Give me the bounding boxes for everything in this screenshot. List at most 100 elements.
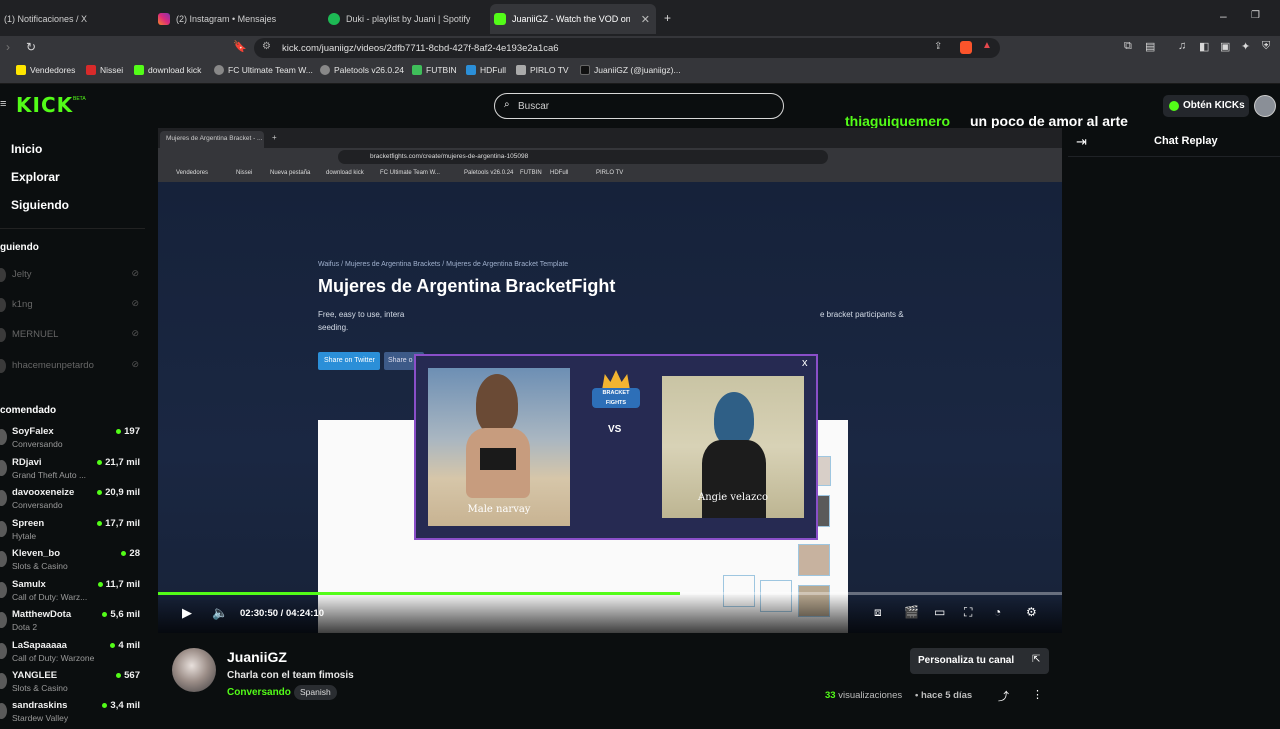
kick-page: ≡ KICK BETA ⌕ Buscar thiaguiquemero un p… xyxy=(0,84,1280,723)
channel-name[interactable]: JuaniiGZ xyxy=(227,649,287,665)
vs-label: VS xyxy=(608,424,622,435)
recommended-item[interactable]: Spreen Hytale 17,7 mil xyxy=(0,517,145,547)
bookmark-vendedores[interactable]: Vendedores xyxy=(16,65,75,75)
video-player[interactable]: Mujeres de Argentina Bracket - ... + bra… xyxy=(158,128,1062,633)
bookmark-fc-ultimate[interactable]: FC Ultimate Team W... xyxy=(214,65,313,75)
kicks-coin-icon xyxy=(1169,101,1179,111)
recommended-item[interactable]: MatthewDota Dota 2 5,6 mil xyxy=(0,608,145,638)
recommended-item[interactable]: YANGLEE Slots & Casino 567 xyxy=(0,669,145,699)
bookmark-pirlo-tv[interactable]: PIRLO TV xyxy=(516,65,569,75)
bookmark-paletools[interactable]: Paletools v26.0.24 xyxy=(320,65,404,75)
progress-bar[interactable] xyxy=(158,592,1062,595)
more-options-icon[interactable]: ⋮ xyxy=(1032,688,1043,701)
stream-title: Charla con el team fimosis xyxy=(227,670,354,681)
customize-channel-button[interactable]: Personaliza tu canal ⇱ xyxy=(910,648,1049,674)
bookmark-page-icon[interactable]: 🔖 xyxy=(233,40,247,53)
extensions-icon[interactable]: ⧉ xyxy=(1124,40,1132,53)
playback-speed-icon[interactable]: ◔ xyxy=(994,605,1001,619)
kick-logo[interactable]: KICK xyxy=(16,93,73,117)
bookmark-hdfull[interactable]: HDFull xyxy=(466,65,506,75)
close-tab-icon[interactable]: ✕ xyxy=(641,13,650,26)
nav-inicio[interactable]: Inicio xyxy=(11,142,42,156)
bookmark-nissei[interactable]: Nissei xyxy=(86,65,123,75)
theater-mode-icon[interactable]: ▭ xyxy=(934,605,945,619)
collapse-chat-icon[interactable]: ⇥ xyxy=(1076,134,1087,150)
tab-spotify[interactable]: Duki - playlist by Juani | Spotify xyxy=(324,6,484,32)
fullscreen-icon[interactable]: ⛶ xyxy=(964,605,972,620)
site-info-icon[interactable]: ⚙ xyxy=(262,41,271,52)
wallet-icon[interactable]: ▣ xyxy=(1220,40,1230,53)
following-item[interactable]: MERNUEL ⊘ xyxy=(0,326,145,346)
recommended-item[interactable]: RDjavi Grand Theft Auto ... 21,7 mil xyxy=(0,456,145,486)
vpn-icon[interactable]: ⛨ xyxy=(1262,40,1270,53)
viewer-count: 28 xyxy=(121,548,140,559)
search-input[interactable]: ⌕ Buscar xyxy=(494,93,784,119)
sidebar-toggle-icon[interactable]: ▤ xyxy=(1145,40,1155,53)
tab-label: Duki - playlist by Juani | Spotify xyxy=(346,14,471,24)
following-item[interactable]: k1ng ⊘ xyxy=(0,296,145,316)
user-avatar[interactable] xyxy=(1254,95,1276,117)
following-item[interactable]: Jelty ⊘ xyxy=(0,266,145,286)
recommended-item[interactable]: Kleven_bo Slots & Casino 28 xyxy=(0,547,145,577)
live-dot-icon xyxy=(102,611,108,617)
matchup-modal: x Male narvay BRACKET FIGHTS VS Angie ve… xyxy=(414,354,818,540)
bookmark-tiktok-juaniigz[interactable]: JuaniiGZ (@juaniigz)... xyxy=(580,65,681,75)
following-item[interactable]: hhacemeunpetardo ⊘ xyxy=(0,357,145,377)
following-section-title: guiendo xyxy=(0,242,39,253)
bracket-description-right: e bracket participants & xyxy=(820,310,904,319)
media-icon[interactable]: ♫ xyxy=(1178,40,1186,52)
viewer-count: 197 xyxy=(116,426,140,437)
views-info: 33 visualizaciones xyxy=(825,690,902,701)
bracket-description-left: Free, easy to use, intera xyxy=(318,310,405,319)
breadcrumb: Waifus / Mujeres de Argentina Brackets /… xyxy=(318,261,569,268)
recommended-item[interactable]: SoyFalex Conversando 197 xyxy=(0,425,145,455)
recommended-item[interactable]: Samulx Call of Duty: Warz... 11,7 mil xyxy=(0,578,145,608)
avatar xyxy=(0,359,6,373)
tab-kick-active[interactable]: JuaniiGZ - Watch the VOD on Kick ✕ xyxy=(490,4,656,34)
bracketfights-page: Waifus / Mujeres de Argentina Brackets /… xyxy=(158,182,1062,633)
play-icon[interactable]: ▶ xyxy=(182,605,192,621)
reload-icon[interactable]: ↻ xyxy=(26,40,36,54)
bookmark-download-kick[interactable]: download kick xyxy=(134,65,201,75)
brave-rewards-icon[interactable]: ▲ xyxy=(982,40,992,51)
globe-icon xyxy=(214,65,224,75)
nav-siguiendo[interactable]: Siguiendo xyxy=(11,198,69,212)
tab-notifications-x[interactable]: (1) Notificaciones / X xyxy=(0,6,150,32)
bookmark-icon xyxy=(516,65,526,75)
minimize-icon[interactable]: – xyxy=(1220,9,1227,23)
leo-ai-icon[interactable]: ✦ xyxy=(1241,40,1250,53)
channel-info: JuaniiGZ Charla con el team fimosis Conv… xyxy=(158,640,1062,720)
new-tab-icon[interactable]: + xyxy=(664,11,671,25)
menu-icon[interactable]: ≡ xyxy=(0,98,6,110)
share-page-icon[interactable]: ⇪ xyxy=(934,41,942,52)
share-icon[interactable]: ⤴ xyxy=(998,688,1009,704)
photo-figure-top xyxy=(480,448,516,470)
get-kicks-button[interactable]: Obtén KICKs xyxy=(1163,95,1249,117)
settings-gear-icon[interactable]: ⚙ xyxy=(1026,605,1037,619)
nav-explorar[interactable]: Explorar xyxy=(11,170,60,184)
volume-icon[interactable]: 🔈 xyxy=(212,605,228,621)
browser-nav-bar: › ↻ 🔖 ⚙ kick.com/juaniigz/videos/2dfb771… xyxy=(0,36,1280,60)
channel-avatar[interactable] xyxy=(172,648,216,692)
forward-icon[interactable]: › xyxy=(6,40,10,54)
photo-figure-head xyxy=(476,374,518,434)
brave-shields-icon[interactable] xyxy=(960,41,972,54)
search-icon: ⌕ xyxy=(504,99,510,110)
avatar xyxy=(0,521,7,537)
tab-label: (2) Instagram • Mensajes xyxy=(176,14,277,24)
bookmark-futbin[interactable]: FUTBIN xyxy=(412,65,457,75)
miniplayer-icon[interactable]: ⧈ xyxy=(874,605,882,620)
reading-list-icon[interactable]: ◧ xyxy=(1199,40,1209,53)
tab-instagram[interactable]: (2) Instagram • Mensajes xyxy=(154,6,314,32)
language-tag[interactable]: Spanish xyxy=(294,685,337,700)
avatar xyxy=(0,582,7,598)
tiktok-icon xyxy=(580,65,590,75)
recommended-item[interactable]: davooxeneize Conversando 20,9 mil xyxy=(0,486,145,516)
avatar xyxy=(0,643,7,659)
restore-window-icon[interactable]: ❐ xyxy=(1251,10,1260,21)
stream-category[interactable]: Conversando xyxy=(227,687,291,698)
recommended-item[interactable]: sandraskins Stardew Valley 3,4 mil xyxy=(0,699,145,729)
recommended-item[interactable]: LaSapaaaaa Call of Duty: Warzone 4 mil xyxy=(0,639,145,669)
clip-icon[interactable]: 🎬 xyxy=(904,605,919,619)
address-bar[interactable]: ⚙ kick.com/juaniigz/videos/2dfb7711-8cbd… xyxy=(254,38,1000,58)
